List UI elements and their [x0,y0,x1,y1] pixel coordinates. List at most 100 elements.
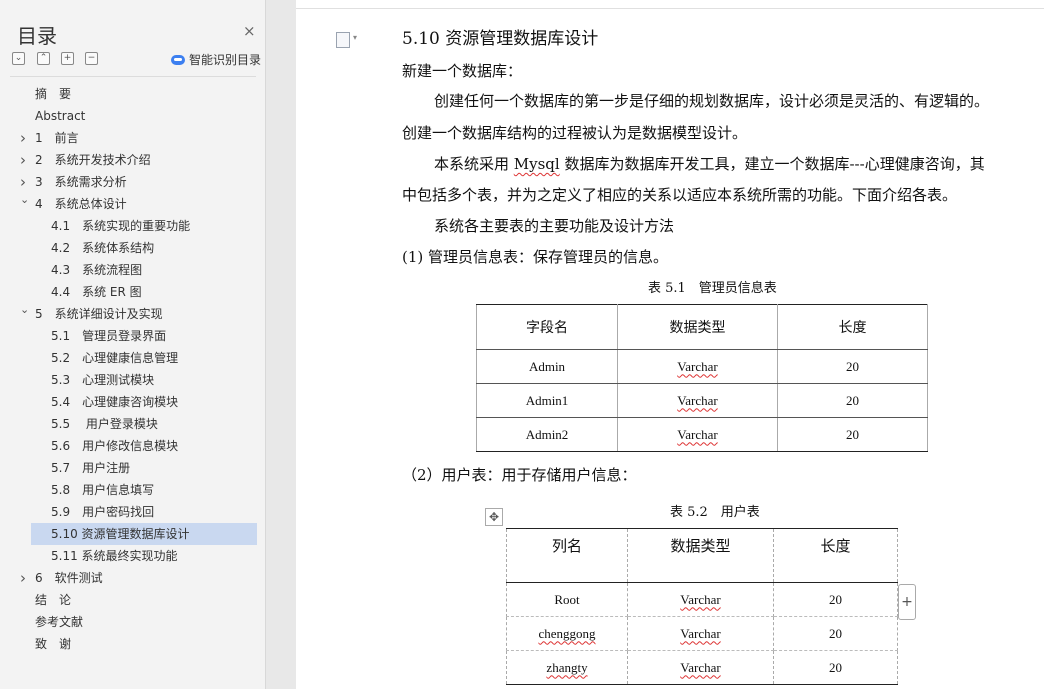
toc-item[interactable]: 5.2 心理健康信息管理 [31,347,257,369]
table-cell: 20 [777,349,928,384]
toc-item[interactable]: 5.4 心理健康咨询模块 [31,391,257,413]
table-cell: 20 [773,616,898,651]
toc-item[interactable]: 5.11 系统最终实现功能 [31,545,257,567]
toc-item-label: 5.6 用户修改信息模块 [51,439,179,453]
toc-item-label: Abstract [35,109,86,123]
toc-item[interactable]: › 1 前言 [0,127,258,149]
table-header: 数据类型 [627,528,774,583]
cell-text: Varchar [677,358,718,374]
table-header: 列名 [506,528,628,583]
toc-item-label: 5.8 用户信息填写 [51,483,155,497]
toc-item-label: 3 系统需求分析 [35,175,127,189]
toc-item[interactable]: 5.7 用户注册 [31,457,257,479]
text-run: 数据库为数据库开发工具，建立一个数据库---心理健康咨询，其 [559,155,985,173]
table-header: 数据类型 [617,304,778,350]
chevron-right-icon[interactable]: › [20,567,26,589]
toc-item-label: 摘 要 [35,87,72,101]
toc-item[interactable]: 4.1 系统实现的重要功能 [31,215,257,237]
smart-toc-button[interactable]: 智能识别目录 [171,51,261,68]
paragraph: (1) 管理员信息表：保存管理员的信息。 [402,248,669,266]
toc-item-label: 5.9 用户密码找回 [51,505,155,519]
toc-item[interactable]: Abstract [0,105,258,127]
toc-item[interactable]: 4.3 系统流程图 [31,259,257,281]
cell-text: Admin2 [525,426,569,442]
cell-text: Varchar [677,392,718,408]
toc-item-label: 5.11 系统最终实现功能 [51,549,178,563]
table-cell: Varchar [617,349,778,384]
table-header: 字段名 [476,304,618,350]
chevron-down-icon[interactable]: ⌄ [20,189,29,211]
toc-item[interactable]: ⌄ 4 系统总体设计 [0,193,258,215]
cell-text: 20 [846,426,859,442]
toc-item-label: 5 系统详细设计及实现 [35,307,163,321]
toc-title: 目录 [17,24,57,48]
toc-item-label: 结 论 [35,593,72,607]
chevron-down-icon[interactable]: ⌄ [20,299,29,321]
user-table: 列名 数据类型 长度 Root Varchar 20 chenggong Varchar… [506,528,898,685]
toc-item[interactable]: 5.3 心理测试模块 [31,369,257,391]
toc-item-label: 4 系统总体设计 [35,197,127,211]
toc-item[interactable]: › 3 系统需求分析 [0,171,258,193]
table-cell: 20 [773,582,898,617]
toc-item[interactable]: 4.2 系统体系结构 [31,237,257,259]
table-move-icon[interactable]: ✥ [485,508,503,526]
toc-item[interactable]: 5.6 用户修改信息模块 [31,435,257,457]
table-cell: Varchar [627,616,774,651]
table-row: zhangty Varchar 20 [506,650,898,685]
toc-item[interactable]: 5.1 管理员登录界面 [31,325,257,347]
toc-item[interactable]: 结 论 [0,589,258,611]
table-caption: 表 5.1 管理员信息表 [648,281,777,296]
collapse-all-icon[interactable]: ⌃ [37,52,50,65]
table-cell: Admin [476,349,618,384]
chevron-right-icon[interactable]: › [20,149,26,171]
toc-item-label: 1 前言 [35,131,79,145]
cell-text: Root [554,591,580,607]
table-cell: Root [506,582,628,617]
scroll-gutter [266,0,296,689]
document-page: 5.10 资源管理数据库设计 新建一个数据库： 创建任何一个数据库的第一步是仔细… [296,0,1044,689]
cell-text: Varchar [680,625,721,641]
cell-text: 20 [846,392,859,408]
toc-item[interactable]: 5.5 用户登录模块 [31,413,257,435]
misspelled-word: Mysql [513,155,560,173]
table-cell: chenggong [506,616,628,651]
toc-item[interactable]: 致 谢 [0,633,258,655]
add-heading-icon[interactable]: + [61,52,74,65]
paragraph: 新建一个数据库： [402,62,523,80]
cell-text: Admin [528,358,566,374]
toc-item[interactable]: ⌄ 5 系统详细设计及实现 [0,303,258,325]
toc-item[interactable]: 参考文献 [0,611,258,633]
document-options-icon[interactable] [336,32,357,48]
cell-text: 20 [829,659,842,675]
toc-item-label: 参考文献 [35,615,84,629]
paragraph: 中包括多个表，并为之定义了相应的关系以适应本系统所需的功能。下面介绍各表。 [402,186,958,204]
toc-item[interactable]: 4.4 系统 ER 图 [31,281,257,303]
toc-item-label: 6 软件测试 [35,571,103,585]
section-heading: 5.10 资源管理数据库设计 [402,29,599,49]
toc-item-label: 5.7 用户注册 [51,461,131,475]
table-cell: Admin1 [476,383,618,418]
cell-text: zhangty [546,659,588,675]
toc-item[interactable]: 5.8 用户信息填写 [31,479,257,501]
table-cell: Admin2 [476,417,618,452]
toc-item[interactable]: 摘 要 [0,83,258,105]
cell-text: 20 [829,591,842,607]
cell-text: Varchar [680,659,721,675]
toc-item[interactable]: 5.10 资源管理数据库设计 [31,523,257,545]
remove-heading-icon[interactable]: − [85,52,98,65]
toc-item[interactable]: 5.9 用户密码找回 [31,501,257,523]
table-row: Root Varchar 20 [506,582,898,617]
toc-sidebar: 目录 × ⌄ ⌃ + − 智能识别目录 摘 要 Abstract › 1 前言 › 2 系… [0,0,266,689]
table-cell: Varchar [627,650,774,685]
toc-item[interactable]: › 6 软件测试 [0,567,258,589]
expand-all-icon[interactable]: ⌄ [12,52,25,65]
toc-item[interactable]: › 2 系统开发技术介绍 [0,149,258,171]
table-cell: 20 [777,417,928,452]
chevron-right-icon[interactable]: › [20,127,26,149]
table-row: Admin2 Varchar 20 [476,417,928,452]
paragraph: （2）用户表：用于存储用户信息： [402,466,637,484]
add-column-icon[interactable]: + [898,584,916,620]
table-row: Admin1 Varchar 20 [476,383,928,418]
close-icon[interactable]: × [243,22,256,40]
toc-item-label: 4.4 系统 ER 图 [51,285,142,299]
